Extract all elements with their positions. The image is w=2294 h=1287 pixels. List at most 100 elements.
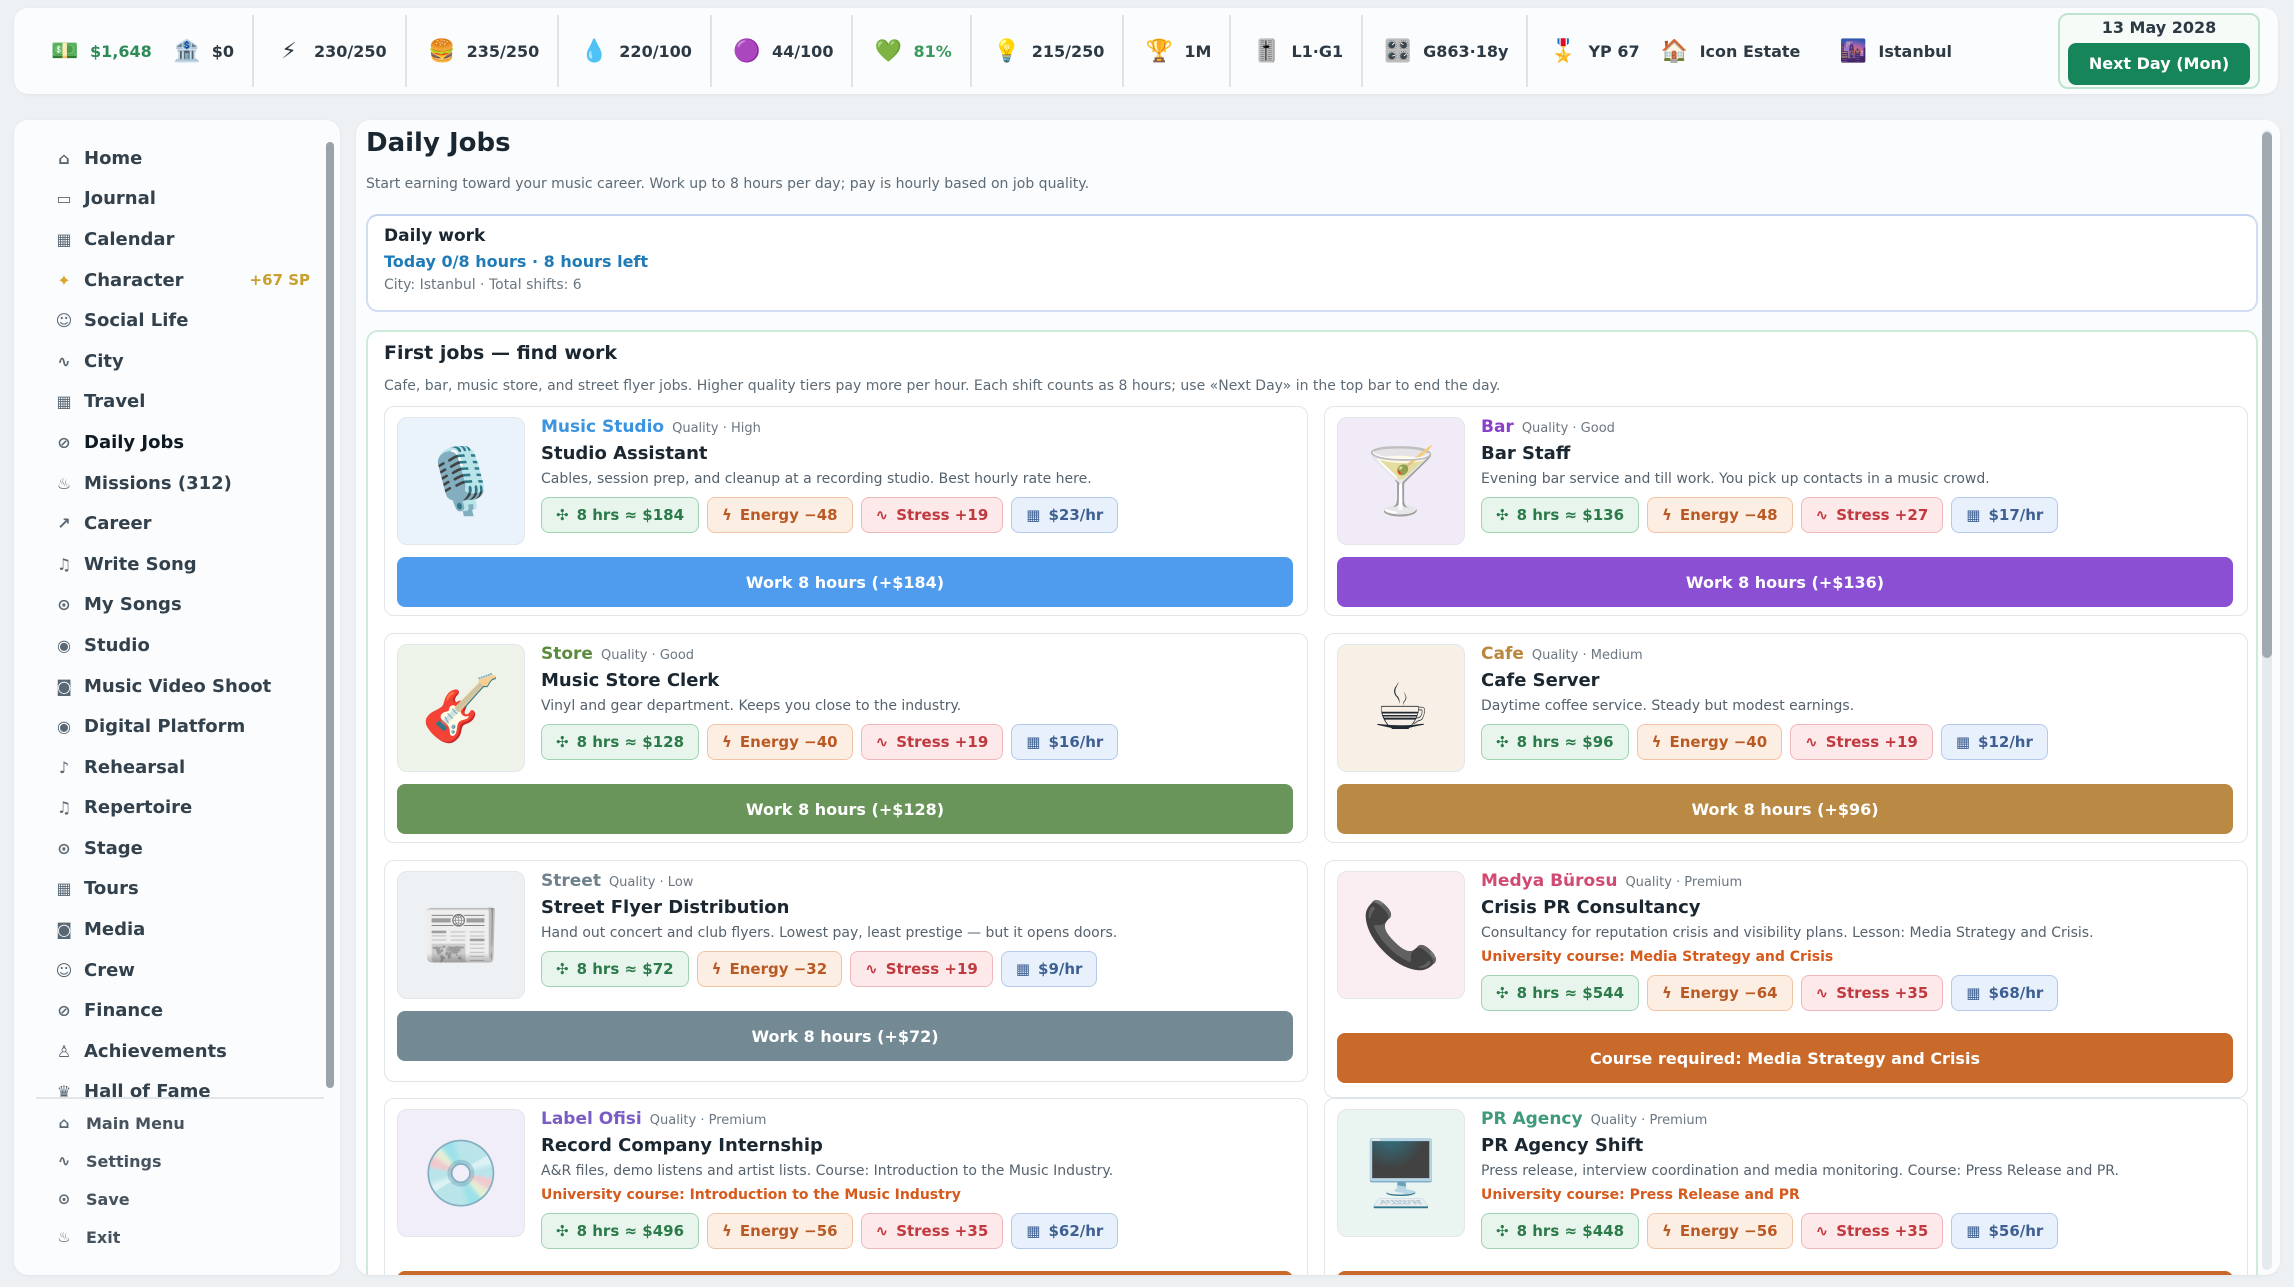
save-icon: ⊙ [57, 1190, 71, 1208]
work-shift-button[interactable]: Work 8 hours (+$128) [397, 784, 1293, 834]
pay-chip: ✣ 8 hrs ≈ $496 [541, 1213, 700, 1249]
stat-health: 💚 81% [853, 8, 969, 94]
pulse-icon: ∿ [1815, 984, 1829, 1002]
travel-icon: ▦ [56, 392, 72, 412]
sidebar-item-label: Daily Jobs [84, 431, 185, 453]
job-course-requirement: University course: Introduction to the M… [541, 1187, 961, 1203]
lightning-icon: ϟ [722, 733, 732, 751]
sidebar-item-label: Repertoire [84, 797, 193, 819]
job-card-crisis-pr-consultancy: 📞 Medya Bürosu Quality · Premium Crisis PR … [1324, 860, 2248, 1098]
sidebar-item-exit[interactable]: ♨ Exit [36, 1218, 324, 1256]
job-category: Street Quality · Low [541, 871, 693, 891]
rate-value: $9/hr [1038, 960, 1083, 978]
work-shift-button[interactable]: Work 8 hours (+$136) [1337, 557, 2233, 607]
sidebar-item-studio[interactable]: ◉ Studio [36, 625, 324, 666]
job-description: A&R files, demo listens and artist lists… [541, 1163, 1114, 1179]
water-icon: 💧 [580, 38, 608, 64]
missions-312-icon: ♨ [56, 473, 72, 493]
sidebar-item-save[interactable]: ⊙ Save [36, 1180, 324, 1218]
stress-chip: ∿ Stress +35 [860, 1213, 1004, 1249]
sidebar-scrollbar[interactable] [326, 142, 334, 1088]
sidebar-item-label: Main Menu [86, 1113, 185, 1133]
trophy-icon: 🏆 [1145, 38, 1174, 64]
work-shift-button[interactable]: Work 8 hours (+$72) [397, 1011, 1293, 1061]
sidebar-item-music-video-shoot[interactable]: ◙ Music Video Shoot [36, 666, 324, 707]
sidebar-item-career[interactable]: ↗ Career [36, 503, 324, 544]
rate-chip: ▦ $9/hr [1000, 951, 1098, 987]
sidebar-item-travel[interactable]: ▦ Travel [36, 382, 324, 423]
daily-work-panel: Daily work Today 0/8 hours · 8 hours lef… [366, 214, 2258, 312]
next-day-button[interactable]: Next Day (Mon) [2068, 42, 2250, 85]
work-shift-button[interactable]: Course required: Media Strategy and Cris… [1337, 1033, 2233, 1083]
sidebar-item-write-song[interactable]: ♫ Write Song [36, 544, 324, 585]
sidebar-item-main-menu[interactable]: ⌂ Main Menu [36, 1104, 324, 1142]
calendar-icon: ▦ [1026, 733, 1041, 751]
job-quality: Quality · Premium [1590, 1113, 1708, 1128]
job-card-music-store-clerk: 🎸 Store Quality · Good Music Store Clerk Vin… [384, 633, 1308, 843]
rate-value: $62/hr [1048, 1222, 1104, 1240]
stat-value: 230/250 [314, 41, 387, 61]
sidebar-item-calendar[interactable]: ▦ Calendar [36, 219, 324, 260]
sidebar-item-daily-jobs[interactable]: ⊘ Daily Jobs [36, 422, 324, 463]
sidebar-item-label: Stage [84, 837, 143, 859]
job-title: Studio Assistant [541, 443, 708, 464]
main-scrollbar[interactable] [2262, 132, 2272, 658]
energy-chip: ϟ Energy −40 [1636, 724, 1783, 760]
sidebar-item-label: Hall of Fame [84, 1081, 211, 1103]
stress-value: Stress +19 [885, 960, 978, 978]
calendar-icon: ▦ [1966, 984, 1981, 1002]
job-quality: Quality · Premium [649, 1113, 767, 1128]
sidebar-item-journal[interactable]: ▭ Journal [36, 179, 324, 220]
sidebar-item-home[interactable]: ⌂ Home [36, 138, 324, 179]
sidebar-item-repertoire[interactable]: ♫ Repertoire [36, 788, 324, 829]
job-category-label: Street [541, 871, 601, 891]
job-quality: Quality · Good [1521, 421, 1615, 436]
rate-value: $68/hr [1988, 984, 2044, 1002]
sidebar-bottom-nav: ⌂ Main Menu ∿ Settings ⊙ Save ♨ Exit [36, 1104, 324, 1256]
sidebar-item-character[interactable]: ✦ Character +67 SP [36, 260, 324, 301]
work-shift-button[interactable] [1337, 1271, 2233, 1275]
sidebar-item-city[interactable]: ∿ City [36, 341, 324, 382]
stat-city: 🌆 Istanbul [1818, 8, 1970, 94]
work-shift-button[interactable]: Work 8 hours (+$184) [397, 557, 1293, 607]
work-shift-button[interactable] [397, 1271, 1293, 1275]
job-title: Bar Staff [1481, 443, 1571, 464]
tours-icon: ▦ [56, 879, 72, 899]
energy-chip: ϟ Energy −48 [707, 497, 853, 533]
page-title: Daily Jobs [366, 128, 511, 158]
job-category-label: PR Agency [1481, 1109, 1583, 1129]
stress-chip: ∿ Stress +19 [860, 724, 1004, 760]
social-life-icon: ☺ [55, 311, 73, 331]
job-card-street-flyer-distribution: 📰 Street Quality · Low Street Flyer Distrib… [384, 860, 1308, 1082]
stat-value: 44/100 [771, 41, 834, 61]
sidebar-item-achievements[interactable]: ♙ Achievements [36, 1031, 324, 1072]
sidebar-item-media[interactable]: ◙ Media [36, 909, 324, 950]
sidebar-item-digital-platform[interactable]: ◉ Digital Platform [36, 706, 324, 747]
job-title: Street Flyer Distribution [541, 897, 790, 918]
sidebar-item-rehearsal[interactable]: ♪ Rehearsal [36, 747, 324, 788]
sidebar-item-label: Character [84, 269, 184, 291]
rate-chip: ▦ $68/hr [1951, 975, 2059, 1011]
sidebar-item-stage[interactable]: ⊙ Stage [36, 828, 324, 869]
rate-chip: ▦ $23/hr [1011, 497, 1119, 533]
sidebar-item-settings[interactable]: ∿ Settings [36, 1142, 324, 1180]
job-stats: ✣ 8 hrs ≈ $72 ϟ Energy −32 ∿ Stress +19 ▦ $9/hr [541, 951, 1098, 987]
job-quality: Quality · Good [600, 648, 695, 663]
stat-value: $0 [211, 41, 235, 61]
rate-chip: ▦ $56/hr [1951, 1213, 2059, 1249]
work-shift-button[interactable]: Work 8 hours (+$96) [1337, 784, 2233, 834]
sidebar-item-finance[interactable]: ⊘ Finance [36, 990, 324, 1031]
sidebar-item-social-life[interactable]: ☺ Social Life [36, 300, 324, 341]
city-icon: ∿ [57, 351, 71, 371]
job-course-requirement: University course: Media Strategy and Cr… [1481, 949, 1834, 965]
sidebar-item-crew[interactable]: ☺ Crew [36, 950, 324, 991]
stat-stress: 🟣 44/100 [712, 8, 852, 94]
sidebar-item-my-songs[interactable]: ⊙ My Songs [36, 585, 324, 626]
stat-value: L1·G1 [1291, 41, 1344, 61]
job-category: Cafe Quality · Medium [1481, 644, 1643, 664]
sidebar-item-tours[interactable]: ▦ Tours [36, 869, 324, 910]
sidebar-item-label: Exit [86, 1227, 121, 1247]
money-icon: 💵 [51, 38, 79, 64]
sidebar-item-missions-312[interactable]: ♨ Missions (312) [36, 463, 324, 504]
calendar-icon: ▦ [56, 229, 72, 249]
